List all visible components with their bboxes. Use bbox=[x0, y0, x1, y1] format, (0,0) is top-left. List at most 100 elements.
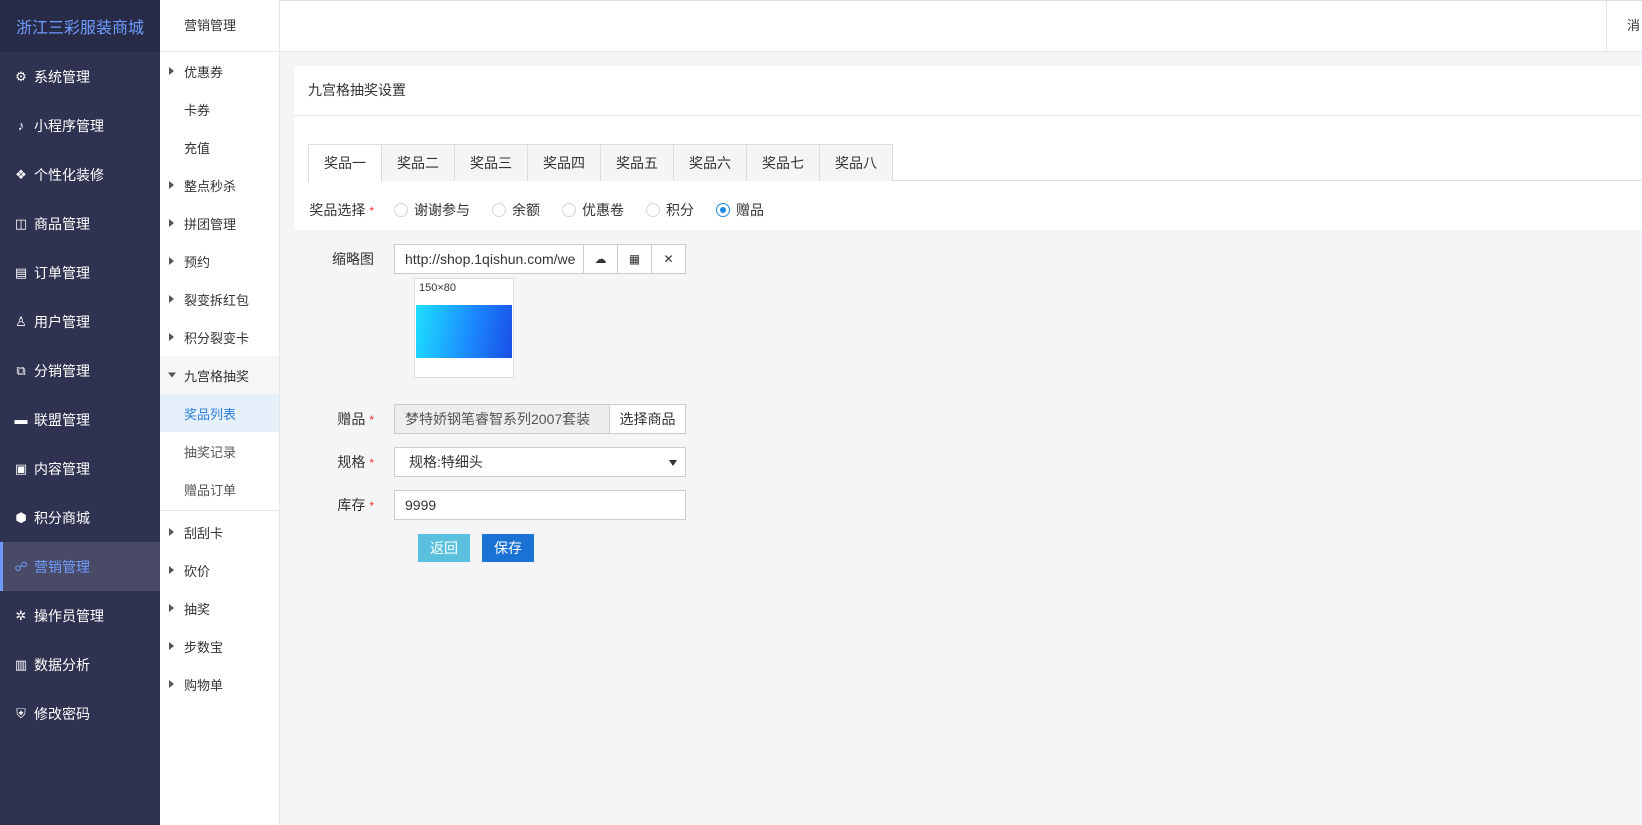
nav-item-label: 小程序管理 bbox=[34, 117, 104, 134]
radio-button[interactable] bbox=[716, 203, 730, 217]
select-product-button[interactable]: 选择商品 bbox=[610, 404, 686, 434]
radio-button[interactable] bbox=[492, 203, 506, 217]
form-actions: 返回 保存 bbox=[418, 534, 546, 562]
clear-button[interactable]: ✕ bbox=[652, 244, 686, 274]
thumbnail-input-group: http://shop.1qishun.com/we ☁ ▦ ✕ bbox=[394, 244, 686, 274]
thumbnail-label: 缩略图 bbox=[332, 251, 374, 267]
submenu-item[interactable]: 砍价 bbox=[160, 551, 279, 589]
submenu-item[interactable]: 刮刮卡 bbox=[160, 513, 279, 551]
prize-type-radios: 谢谢参与 余额 优惠卷 积分 赠品 bbox=[394, 200, 786, 220]
prize-type-row: 奖品选择 * 谢谢参与 余额 优惠卷 积分 赠品 bbox=[294, 198, 786, 222]
gallery-button[interactable]: ▦ bbox=[618, 244, 652, 274]
submenu-item-label: 裂变拆红包 bbox=[184, 292, 250, 308]
submenu-item[interactable]: 抽奖记录 bbox=[160, 432, 279, 470]
secondary-menu: 营销管理 优惠券 卡券 充值 整点秒杀 拼团管理 预约 裂变拆红包 积分裂变卡 九宫格抽奖 奖品列… bbox=[160, 0, 280, 825]
submenu-item[interactable]: 抽奖 bbox=[160, 589, 279, 627]
nav-icon: ⚙ bbox=[15, 68, 27, 84]
nav-icon: ❖ bbox=[15, 166, 27, 182]
submenu-item-label: 抽奖 bbox=[184, 601, 211, 617]
prize-type-option[interactable]: 谢谢参与 bbox=[394, 200, 470, 220]
submenu-item[interactable]: 拼团管理 bbox=[160, 204, 279, 242]
prize-tab[interactable]: 奖品二 bbox=[381, 144, 455, 181]
nav-item[interactable]: ⧉ 分销管理 bbox=[0, 346, 160, 395]
nav-item[interactable]: ◫ 商品管理 bbox=[0, 199, 160, 248]
prize-tab[interactable]: 奖品五 bbox=[600, 144, 674, 181]
prize-tab[interactable]: 奖品七 bbox=[746, 144, 820, 181]
nav-icon: ▬ bbox=[14, 412, 28, 427]
submenu-item[interactable]: 优惠券 bbox=[160, 52, 279, 90]
prize-type-label: 奖品选择 * bbox=[309, 202, 374, 218]
prize-type-option[interactable]: 余额 bbox=[492, 200, 540, 220]
submenu-item[interactable]: 积分裂变卡 bbox=[160, 318, 279, 356]
page-title: 九宫格抽奖设置 bbox=[294, 66, 1642, 116]
thumbnail-image bbox=[416, 305, 512, 358]
nav-item-label: 修改密码 bbox=[34, 705, 90, 722]
nav-item[interactable]: ☍ 营销管理 bbox=[0, 542, 160, 591]
nav-item[interactable]: ❖ 个性化装修 bbox=[0, 150, 160, 199]
submenu-item[interactable]: 整点秒杀 bbox=[160, 166, 279, 204]
stock-input[interactable]: 9999 bbox=[394, 490, 686, 520]
spec-row: 规格 * 规格:特细头 bbox=[294, 447, 686, 477]
message-link[interactable]: 消 bbox=[1606, 1, 1642, 53]
submenu-item[interactable]: 卡券 bbox=[160, 90, 279, 128]
grid-icon: ▦ bbox=[628, 252, 641, 266]
gift-input[interactable]: 梦特娇钢笔睿智系列2007套装 bbox=[394, 404, 610, 434]
nav-item[interactable]: ♪ 小程序管理 bbox=[0, 101, 160, 150]
nav-icon: ◫ bbox=[14, 215, 28, 231]
submenu-item[interactable]: 预约 bbox=[160, 242, 279, 280]
submenu-item[interactable]: 赠品订单 bbox=[160, 470, 279, 508]
nav-icon: ✲ bbox=[15, 607, 27, 623]
upload-button[interactable]: ☁ bbox=[584, 244, 618, 274]
caret-right-icon bbox=[169, 566, 174, 574]
submenu-item-label: 抽奖记录 bbox=[184, 444, 237, 460]
submenu-item-label: 九宫格抽奖 bbox=[184, 368, 250, 384]
prize-tabs: 奖品一 奖品二 奖品三 奖品四 奖品五 奖品六 奖品七 奖品八 bbox=[308, 144, 1642, 182]
prize-tab[interactable]: 奖品八 bbox=[819, 144, 893, 181]
submenu-item[interactable]: 九宫格抽奖 bbox=[160, 356, 279, 394]
nav-item[interactable]: ⚙ 系统管理 bbox=[0, 52, 160, 101]
prize-tab[interactable]: 奖品六 bbox=[673, 144, 747, 181]
submenu-item-label: 预约 bbox=[184, 254, 211, 270]
prize-type-option[interactable]: 赠品 bbox=[716, 200, 764, 220]
nav-item[interactable]: ✲ 操作员管理 bbox=[0, 591, 160, 640]
nav-item[interactable]: ▣ 内容管理 bbox=[0, 444, 160, 493]
nav-item[interactable]: ♙ 用户管理 bbox=[0, 297, 160, 346]
nav-item[interactable]: ▥ 数据分析 bbox=[0, 640, 160, 689]
submenu-item[interactable]: 充值 bbox=[160, 128, 279, 166]
submenu-item-label: 赠品订单 bbox=[184, 482, 237, 498]
nav-icon: ⛨ bbox=[16, 705, 26, 721]
submenu-item[interactable]: 裂变拆红包 bbox=[160, 280, 279, 318]
main-sidebar: 浙江三彩服装商城 ⚙ 系统管理 ♪ 小程序管理 ❖ 个性化装修 ◫ 商品管理 ▤ 订单管理 ♙ 用户管… bbox=[0, 0, 160, 825]
submenu-item[interactable]: 购物单 bbox=[160, 665, 279, 703]
caret-right-icon bbox=[169, 181, 174, 189]
thumbnail-url-input[interactable]: http://shop.1qishun.com/we bbox=[394, 244, 584, 274]
brand-title: 浙江三彩服装商城 bbox=[0, 0, 160, 52]
prize-tab[interactable]: 奖品一 bbox=[308, 144, 382, 182]
nav-item[interactable]: ⬢ 积分商城 bbox=[0, 493, 160, 542]
prize-type-option[interactable]: 优惠卷 bbox=[562, 200, 624, 220]
nav-item[interactable]: ⛨ 修改密码 bbox=[0, 689, 160, 738]
caret-right-icon bbox=[169, 333, 174, 341]
prize-tab[interactable]: 奖品四 bbox=[527, 144, 601, 181]
spec-select[interactable]: 规格:特细头 bbox=[394, 447, 686, 477]
submenu-item[interactable]: 奖品列表 bbox=[160, 394, 279, 432]
submenu-item[interactable]: 步数宝 bbox=[160, 627, 279, 665]
submenu-item-label: 积分裂变卡 bbox=[184, 330, 250, 346]
radio-button[interactable] bbox=[562, 203, 576, 217]
submenu-item-label: 步数宝 bbox=[184, 639, 224, 655]
back-button[interactable]: 返回 bbox=[418, 534, 470, 562]
prize-tab[interactable]: 奖品三 bbox=[454, 144, 528, 181]
radio-button[interactable] bbox=[646, 203, 660, 217]
nav-item[interactable]: ▤ 订单管理 bbox=[0, 248, 160, 297]
nav-item-label: 联盟管理 bbox=[34, 411, 90, 428]
nav-icon: ▥ bbox=[14, 656, 28, 672]
prize-type-option[interactable]: 积分 bbox=[646, 200, 694, 220]
save-button[interactable]: 保存 bbox=[482, 534, 534, 562]
nav-item-label: 用户管理 bbox=[34, 313, 90, 330]
nav-item[interactable]: ▬ 联盟管理 bbox=[0, 395, 160, 444]
nav-item-label: 内容管理 bbox=[34, 460, 90, 477]
radio-label: 余额 bbox=[512, 202, 540, 218]
radio-button[interactable] bbox=[394, 203, 408, 217]
nav-list: ⚙ 系统管理 ♪ 小程序管理 ❖ 个性化装修 ◫ 商品管理 ▤ 订单管理 ♙ 用户管理 ⧉ 分销管理 ▬ 联盟… bbox=[0, 52, 160, 738]
top-bar: 消 bbox=[280, 0, 1642, 53]
